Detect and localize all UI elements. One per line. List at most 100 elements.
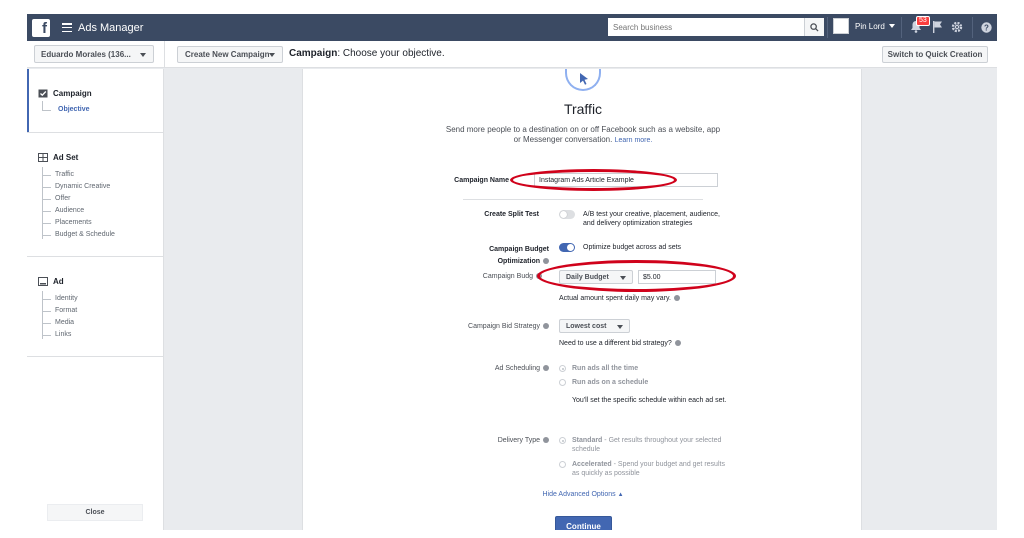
sidebar-item-media[interactable]: Media [55,319,74,326]
bid-strategy-value: Lowest cost [566,322,607,330]
tree-line [42,311,51,312]
sidebar-item-placements[interactable]: Placements [55,219,92,226]
sidebar-item-ad[interactable]: Ad [38,277,64,286]
search-button[interactable] [804,18,824,36]
budget-type-select[interactable]: Daily Budget [559,270,633,284]
continue-button[interactable]: Continue [555,516,612,530]
info-icon[interactable] [543,323,549,330]
info-icon[interactable] [543,365,549,372]
campaign-budget-label-text: Campaign Budg [482,273,533,280]
notifications-button[interactable]: 53 [910,16,930,38]
tree-line [42,101,43,110]
bid-strategy-note-text: Need to use a different bid strategy? [559,340,672,347]
flag-icon [933,21,942,33]
learn-more-link[interactable]: Learn more. [615,137,653,144]
info-icon[interactable] [543,258,549,265]
sidebar-item-budget-schedule[interactable]: Budget & Schedule [55,231,115,238]
bid-strategy-note: Need to use a different bid strategy? [559,339,681,348]
ad-scheduling-label-text: Ad Scheduling [494,365,540,372]
sidebar-section-ad-set: Ad Set Traffic Dynamic Creative Offer Au… [27,133,164,257]
bid-strategy-select[interactable]: Lowest cost [559,319,630,333]
facebook-logo-icon[interactable]: f [32,18,50,37]
tree-line [42,235,51,236]
objective-description: Send more people to a destination on or … [443,125,723,146]
tree-line [42,323,51,324]
topbar-divider [827,17,828,38]
close-button[interactable]: Close [47,504,143,521]
topbar-divider [972,17,973,38]
split-test-toggle[interactable] [559,210,575,219]
delivery-accelerated-radio[interactable] [559,461,566,468]
traffic-objective-icon [565,69,601,91]
info-icon[interactable] [673,295,680,302]
create-split-test-label: Create Split Test [484,211,539,218]
info-icon[interactable] [674,340,681,347]
campaign-name-input[interactable] [534,173,718,187]
search-input[interactable] [608,18,804,36]
run-ads-on-schedule-radio[interactable] [559,379,566,386]
sidebar-item-offer[interactable]: Offer [55,195,70,202]
chevron-up-icon: ▲ [617,492,624,498]
active-indicator [27,69,29,132]
top-bar: f Ads Manager Pin Lord 53 ? [27,14,997,41]
tree-line [42,167,43,239]
user-menu[interactable]: Pin Lord [833,18,895,34]
user-name: Pin Lord [855,21,885,31]
cbo-description: Optimize budget across ad sets [583,244,682,251]
flag-button[interactable] [932,20,943,38]
budget-amount-input[interactable] [638,270,716,284]
objective-description-text: Send more people to a destination on or … [445,125,721,144]
tree-line [42,335,51,336]
campaign-toolbar: Eduardo Morales (136... Create New Campa… [27,41,997,68]
campaign-budget-optimization-label: Campaign Budget Optimization [429,244,549,268]
objective-form-card: Traffic Send more people to a destinatio… [302,69,862,530]
ad-scheduling-label: Ad Scheduling [429,365,549,372]
sidebar-item-objective[interactable]: Objective [58,106,90,113]
sidebar-item-links[interactable]: Links [55,331,71,338]
create-new-campaign-button[interactable]: Create New Campaign [177,46,283,63]
help-button[interactable]: ? [981,20,992,38]
switch-to-quick-creation-button[interactable]: Switch to Quick Creation [882,46,988,63]
sidebar-item-audience[interactable]: Audience [55,207,84,214]
tree-line [42,199,51,200]
budget-note: Actual amount spent daily may vary. [559,294,680,303]
cbo-label-line1: Campaign Budget [489,246,549,253]
sidebar-section-title: Ad [53,277,64,286]
search-box [608,18,824,36]
sidebar-item-traffic[interactable]: Traffic [55,171,74,178]
campaign-name-label-text: Campaign Name [454,177,509,184]
campaign-structure-sidebar: Campaign Objective Ad Set Traffic Dynami… [27,69,164,530]
cbo-toggle[interactable] [559,243,575,252]
sidebar-section-campaign: Campaign Objective [27,69,164,133]
chevron-down-icon [617,325,623,329]
delivery-standard-radio[interactable] [559,437,566,444]
hide-advanced-options-link[interactable]: Hide Advanced Options ▲ [303,491,863,498]
hide-advanced-options-text: Hide Advanced Options [542,491,616,498]
account-selector[interactable]: Eduardo Morales (136... [34,45,154,63]
campaign-budget-label: Campaign Budg [422,273,542,280]
info-icon[interactable] [536,273,542,280]
sidebar-item-format[interactable]: Format [55,307,77,314]
delivery-standard-label: Standard - Get results throughout your s… [572,436,732,454]
delivery-standard-title: Standard [572,437,603,444]
run-ads-all-the-time-radio[interactable] [559,365,566,372]
settings-button[interactable] [951,20,963,38]
account-name: Eduardo Morales (136... [41,49,131,59]
notification-badge: 53 [916,16,930,26]
sidebar-item-ad-set[interactable]: Ad Set [38,153,78,162]
search-icon [810,22,819,32]
tree-line [42,211,51,212]
campaign-name-label: Campaign Name [389,177,509,184]
sidebar-section-title: Campaign [53,89,92,98]
ads-manager-window: f Ads Manager Pin Lord 53 ? [27,14,997,530]
sidebar-item-dynamic-creative[interactable]: Dynamic Creative [55,183,110,190]
sidebar-item-identity[interactable]: Identity [55,295,78,302]
sidebar-section-title: Ad Set [53,153,79,162]
info-icon[interactable] [543,437,549,444]
sidebar-item-campaign[interactable]: Campaign [38,89,92,98]
gear-icon [951,21,963,33]
ad-icon [38,277,48,286]
toolbar-divider [164,41,165,68]
campaign-bid-strategy-label: Campaign Bid Strategy [429,323,549,330]
hamburger-menu-icon[interactable] [62,23,72,32]
